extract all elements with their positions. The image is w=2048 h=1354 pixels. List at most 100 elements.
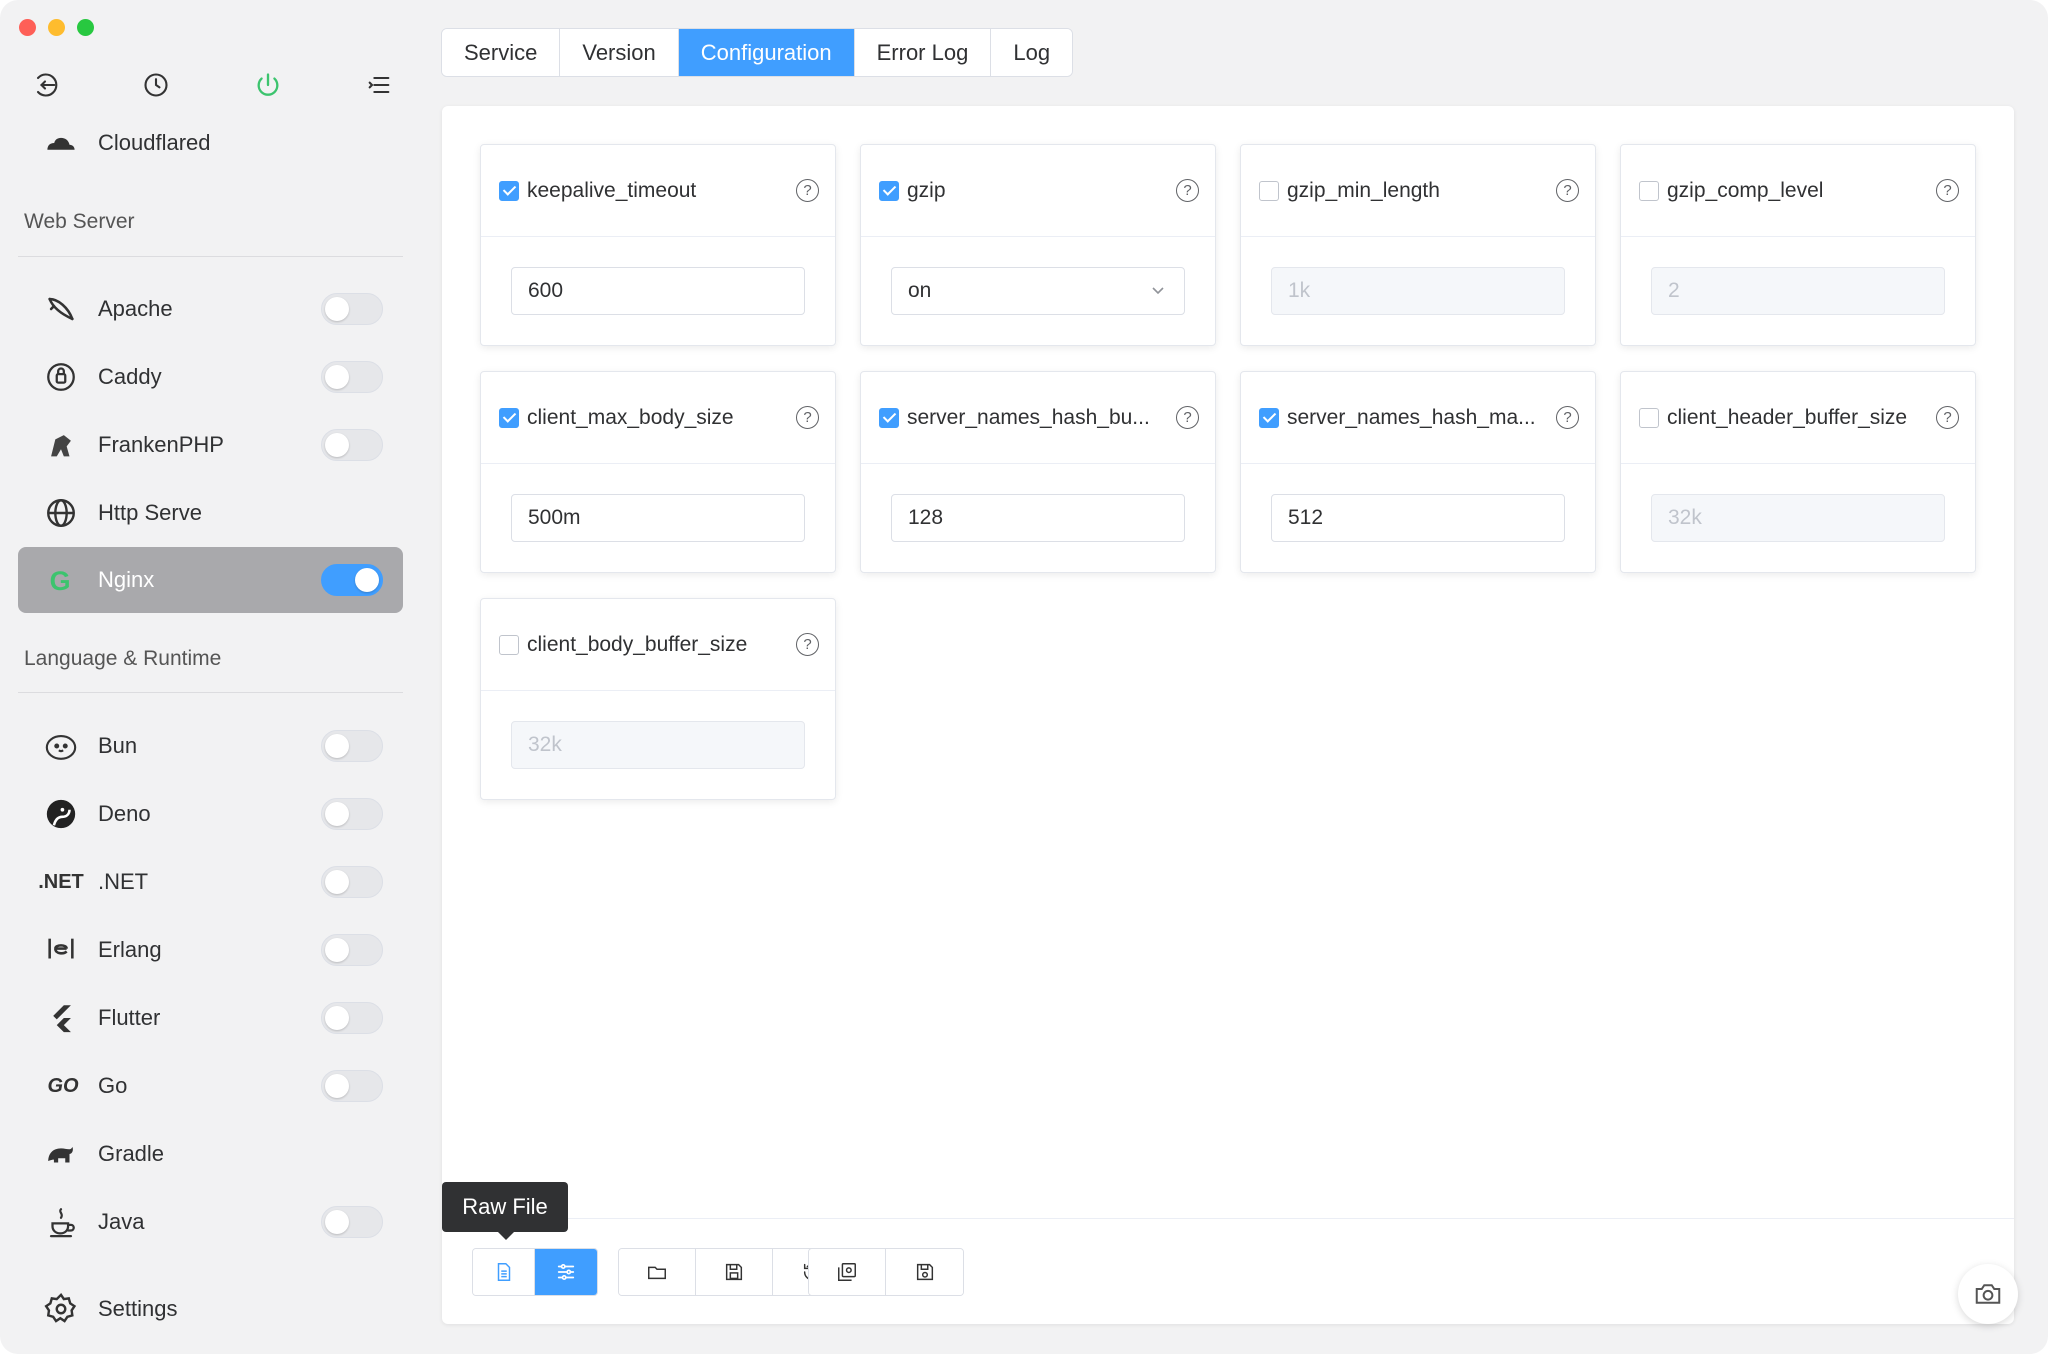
sidebar-toolbar <box>28 68 396 102</box>
sidebar-item-caddy[interactable]: Caddy <box>18 344 403 410</box>
power-icon[interactable] <box>251 68 285 102</box>
config-name: gzip <box>907 178 946 202</box>
sidebar-item-erlang[interactable]: Erlang <box>18 917 403 983</box>
config-value-input: 32k <box>511 721 805 769</box>
help-icon[interactable]: ? <box>1556 179 1579 202</box>
sidebar-item-bun[interactable]: Bun <box>18 713 403 779</box>
clock-icon[interactable] <box>139 68 173 102</box>
help-icon[interactable]: ? <box>796 406 819 429</box>
configuration-panel: keepalive_timeout ? 600 gzip ? on gzip_m… <box>442 106 2014 1324</box>
card-header: keepalive_timeout ? <box>481 145 835 237</box>
menu-collapse-icon[interactable] <box>362 68 396 102</box>
section-title-language-runtime: Language & Runtime <box>24 647 222 670</box>
config-file-icon <box>838 1263 856 1281</box>
form-view-button[interactable] <box>535 1249 597 1295</box>
sidebar-item-go[interactable]: GO Go <box>18 1053 403 1119</box>
go-toggle[interactable] <box>321 1070 383 1102</box>
globe-icon <box>42 494 80 532</box>
tab-configuration[interactable]: Configuration <box>678 29 855 76</box>
config-name: client_max_body_size <box>527 405 734 429</box>
sidebar-item-apache[interactable]: Apache <box>18 276 403 342</box>
enable-checkbox[interactable] <box>499 407 519 428</box>
camera-icon <box>1975 1284 2001 1304</box>
bun-toggle[interactable] <box>321 730 383 762</box>
tab-bar: Service Version Configuration Error Log … <box>441 28 1074 77</box>
erlang-icon <box>42 931 80 969</box>
help-icon[interactable]: ? <box>1176 406 1199 429</box>
config-name: keepalive_timeout <box>527 178 697 202</box>
config-value-input[interactable]: 600 <box>511 267 805 315</box>
tab-log[interactable]: Log <box>991 29 1073 76</box>
config-value-input[interactable]: 128 <box>891 494 1185 542</box>
sidebar-item-label: Nginx <box>98 567 155 592</box>
enable-checkbox[interactable] <box>879 407 899 428</box>
java-toggle[interactable] <box>321 1206 383 1238</box>
enable-checkbox[interactable] <box>879 180 899 201</box>
config-name: client_header_buffer_size <box>1667 405 1908 429</box>
help-icon[interactable]: ? <box>796 633 819 656</box>
config-card-gzip: gzip ? on <box>860 144 1216 346</box>
flutter-toggle[interactable] <box>321 1002 383 1034</box>
help-icon[interactable]: ? <box>1176 179 1199 202</box>
enable-checkbox[interactable] <box>499 180 519 201</box>
sidebar-item-settings[interactable]: Settings <box>18 1276 403 1342</box>
enable-checkbox[interactable] <box>1639 407 1659 428</box>
sidebar-item-flutter[interactable]: Flutter <box>18 985 403 1051</box>
config-card-keepalive-timeout: keepalive_timeout ? 600 <box>480 144 836 346</box>
config-value-select[interactable]: on <box>891 267 1185 315</box>
sidebar-item-label: Apache <box>98 296 173 321</box>
help-icon[interactable]: ? <box>1936 406 1959 429</box>
config-value-input[interactable]: 512 <box>1271 494 1565 542</box>
erlang-toggle[interactable] <box>321 934 383 966</box>
sidebar-item-dotnet[interactable]: .NET .NET <box>18 849 403 915</box>
caddy-toggle[interactable] <box>321 361 383 393</box>
card-header: server_names_hash_bu... ? <box>861 372 1215 464</box>
help-icon[interactable]: ? <box>1936 179 1959 202</box>
apache-toggle[interactable] <box>321 293 383 325</box>
help-icon[interactable]: ? <box>796 179 819 202</box>
config-value-input[interactable]: 500m <box>511 494 805 542</box>
card-header: client_max_body_size ? <box>481 372 835 464</box>
sidebar-item-deno[interactable]: Deno <box>18 781 403 847</box>
enable-checkbox[interactable] <box>1639 180 1659 201</box>
enable-checkbox[interactable] <box>1259 180 1279 201</box>
sidebar-item-label: Flutter <box>98 1005 161 1030</box>
screenshot-button[interactable] <box>1958 1264 2018 1324</box>
sidebar-item-frankenphp[interactable]: FrankenPHP <box>18 412 403 478</box>
go-icon: GO <box>47 1074 79 1097</box>
section-divider <box>18 256 403 257</box>
open-folder-button[interactable] <box>619 1249 696 1295</box>
sidebar-item-label: FrankenPHP <box>98 432 224 457</box>
frankenphp-toggle[interactable] <box>321 429 383 461</box>
config-card-client-header-buffer-size: client_header_buffer_size ? 32k <box>1620 371 1976 573</box>
sidebar-item-nginx[interactable]: G Nginx <box>18 547 403 613</box>
raw-file-tooltip: Raw File <box>442 1182 568 1240</box>
sidebar-item-label: Java <box>98 1209 145 1234</box>
apache-feather-icon <box>42 290 80 328</box>
sidebar-item-http-serve[interactable]: Http Serve <box>18 480 403 546</box>
config-name: server_names_hash_bu... <box>907 405 1150 429</box>
enable-checkbox[interactable] <box>499 634 519 655</box>
sidebar-item-java[interactable]: Java <box>18 1189 403 1255</box>
raw-file-button[interactable] <box>473 1249 535 1295</box>
config-value-input: 32k <box>1651 494 1945 542</box>
config-name: client_body_buffer_size <box>527 632 748 656</box>
save-button[interactable] <box>696 1249 773 1295</box>
save-config-icon <box>916 1263 933 1281</box>
sidebar-item-cloudflared[interactable]: Cloudflared <box>18 110 403 176</box>
flutter-icon <box>42 999 80 1037</box>
help-icon[interactable]: ? <box>1556 406 1579 429</box>
dotnet-toggle[interactable] <box>321 866 383 898</box>
save-config-button[interactable] <box>886 1249 963 1295</box>
app-window: Cloudflared Web Server Apache Caddy Fran… <box>0 0 2048 1354</box>
back-icon[interactable] <box>28 68 62 102</box>
config-name: server_names_hash_ma... <box>1287 405 1536 429</box>
enable-checkbox[interactable] <box>1259 407 1279 428</box>
sidebar-item-gradle[interactable]: Gradle <box>18 1121 403 1187</box>
tab-service[interactable]: Service <box>442 29 561 76</box>
tab-error-log[interactable]: Error Log <box>854 29 992 76</box>
tab-version[interactable]: Version <box>560 29 679 76</box>
nginx-toggle[interactable] <box>321 564 383 596</box>
deno-toggle[interactable] <box>321 798 383 830</box>
load-config-button[interactable] <box>809 1249 886 1295</box>
